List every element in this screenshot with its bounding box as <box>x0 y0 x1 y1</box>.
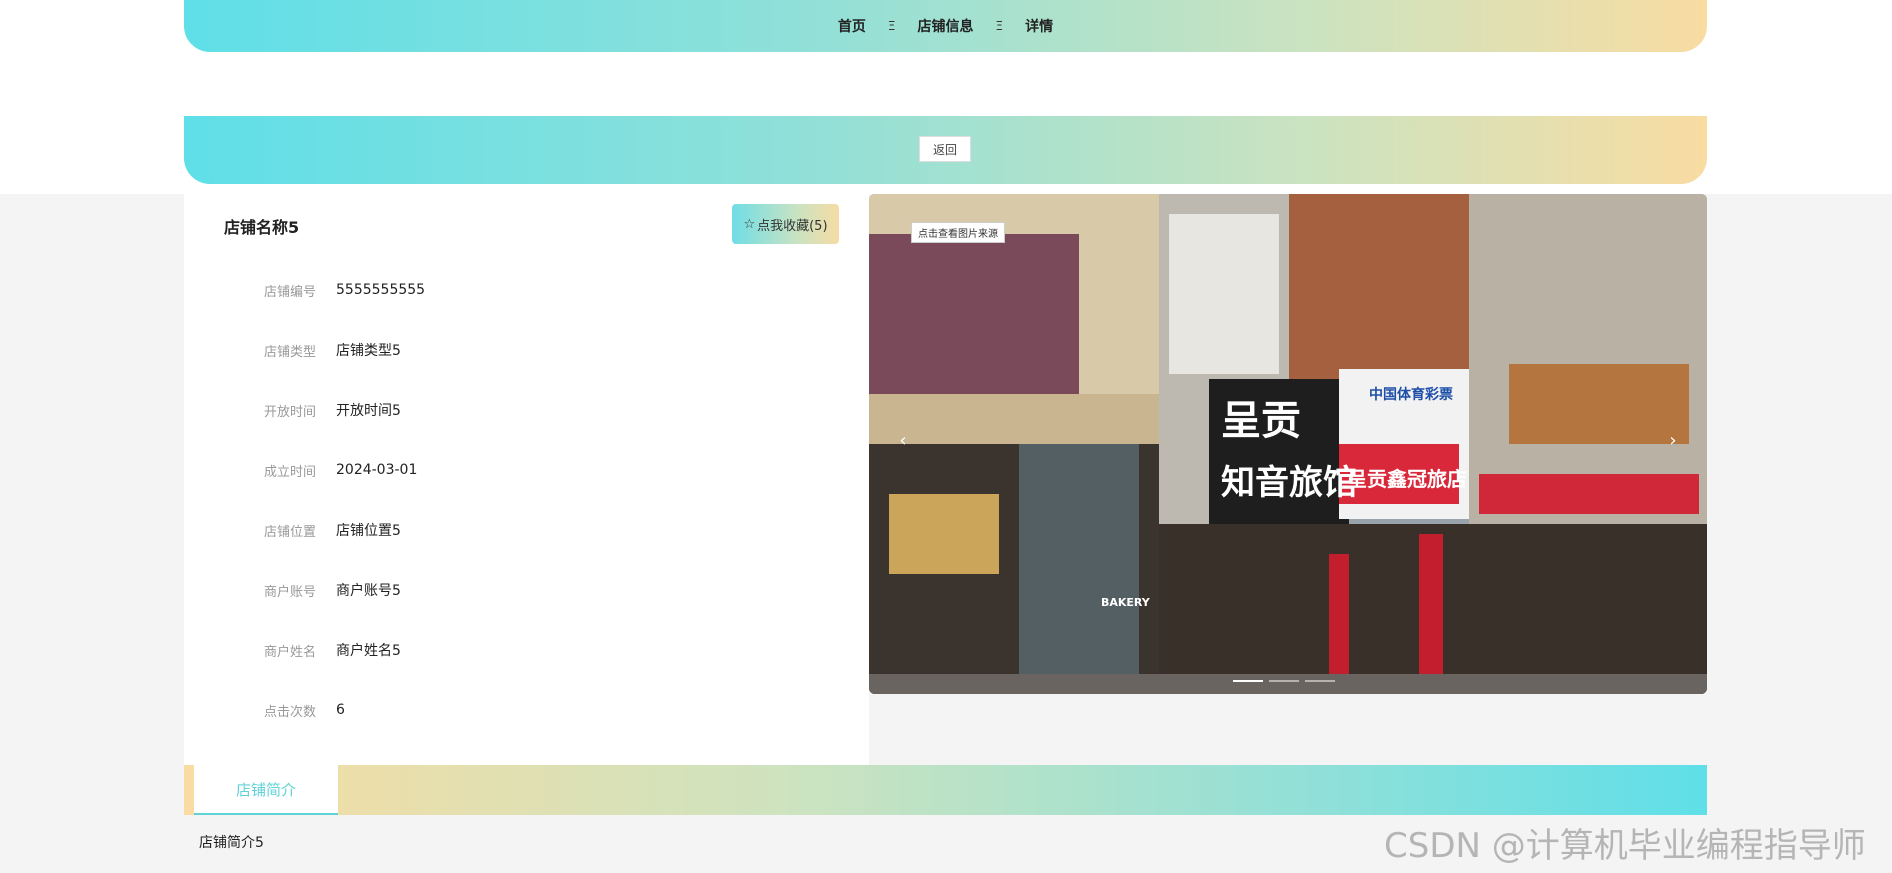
info-value: 2024-03-01 <box>336 462 418 478</box>
csdn-watermark: CSDN @计算机毕业编程指导师 <box>1384 826 1866 866</box>
info-label: 店铺位置 <box>263 524 316 540</box>
carousel-indicator[interactable] <box>1269 680 1299 682</box>
favorite-label: 点我收藏(5) <box>757 218 828 234</box>
tab-shop-intro[interactable]: 店铺简介 <box>194 765 338 815</box>
carousel-next-icon[interactable]: › <box>1659 426 1687 454</box>
info-row-merchant-account: 商户账号 商户账号5 <box>184 580 401 600</box>
breadcrumb-home[interactable]: 首页 <box>838 16 866 36</box>
info-value: 6 <box>336 702 345 718</box>
info-label: 商户姓名 <box>263 644 316 660</box>
info-label: 店铺编号 <box>263 284 316 300</box>
info-value: 开放时间5 <box>336 403 401 419</box>
info-row-merchant-name: 商户姓名 商户姓名5 <box>184 640 401 660</box>
info-label: 开放时间 <box>263 404 316 420</box>
storefront-sign-text: BAKERY <box>1101 596 1151 609</box>
tabs-bar: 店铺简介 <box>184 765 1707 815</box>
breadcrumb-separator-icon: Ξ <box>887 19 896 33</box>
info-label: 商户账号 <box>263 584 316 600</box>
storefront-sign-text: 中国体育彩票 <box>1369 386 1453 403</box>
info-row-click-count: 点击次数 6 <box>184 700 345 720</box>
back-bar: 返回 <box>184 116 1707 184</box>
favorite-button[interactable]: ☆ 点我收藏(5) <box>732 204 839 244</box>
info-value: 店铺位置5 <box>336 523 401 539</box>
carousel-indicator[interactable] <box>1233 680 1263 682</box>
info-value: 店铺类型5 <box>336 343 401 359</box>
info-value: 商户姓名5 <box>336 643 401 659</box>
carousel-indicators <box>1233 680 1335 682</box>
top-nav-bar: 首页 Ξ 店铺信息 Ξ 详情 <box>184 0 1707 52</box>
info-row-shop-type: 店铺类型 店铺类型5 <box>184 340 401 360</box>
info-row-open-hours: 开放时间 开放时间5 <box>184 400 401 420</box>
breadcrumb-detail: 详情 <box>1025 19 1054 35</box>
info-row-location: 店铺位置 店铺位置5 <box>184 520 401 540</box>
street-photo: 呈贡知音旅馆 中国体育彩票呈贡鑫冠旅店 BAKERY <box>869 194 1707 694</box>
star-outline-icon: ☆ <box>743 216 756 232</box>
info-value: 商户账号5 <box>336 583 401 599</box>
breadcrumb: 首页 Ξ 店铺信息 Ξ 详情 <box>838 16 1053 36</box>
image-carousel[interactable]: 呈贡知音旅馆 中国体育彩票呈贡鑫冠旅店 BAKERY 点击查看图片来源 ‹ › <box>869 194 1707 694</box>
info-value: 5555555555 <box>336 282 426 298</box>
info-row-founded-date: 成立时间 2024-03-01 <box>184 460 417 480</box>
storefront-sign-text: 知音旅馆 <box>1221 463 1357 503</box>
carousel-indicator[interactable] <box>1305 680 1335 682</box>
shop-title: 店铺名称5 <box>224 218 300 237</box>
breadcrumb-shop-info[interactable]: 店铺信息 <box>918 16 974 36</box>
image-source-link[interactable]: 点击查看图片来源 <box>911 222 1005 243</box>
info-label: 点击次数 <box>263 704 316 720</box>
shop-intro-text: 店铺简介5 <box>199 835 264 851</box>
info-label: 成立时间 <box>263 464 316 480</box>
storefront-sign-text: 呈贡鑫冠旅店 <box>1347 467 1467 491</box>
back-button[interactable]: 返回 <box>919 136 971 162</box>
storefront-sign-text: 呈贡 <box>1221 398 1301 444</box>
shop-info-panel: 店铺名称5 ☆ 点我收藏(5) 店铺编号 5555555555 店铺类型 店铺类… <box>184 194 869 765</box>
carousel-prev-icon[interactable]: ‹ <box>889 426 917 454</box>
info-label: 店铺类型 <box>263 344 316 360</box>
info-row-shop-number: 店铺编号 5555555555 <box>184 280 425 300</box>
breadcrumb-separator-icon: Ξ <box>995 19 1004 33</box>
